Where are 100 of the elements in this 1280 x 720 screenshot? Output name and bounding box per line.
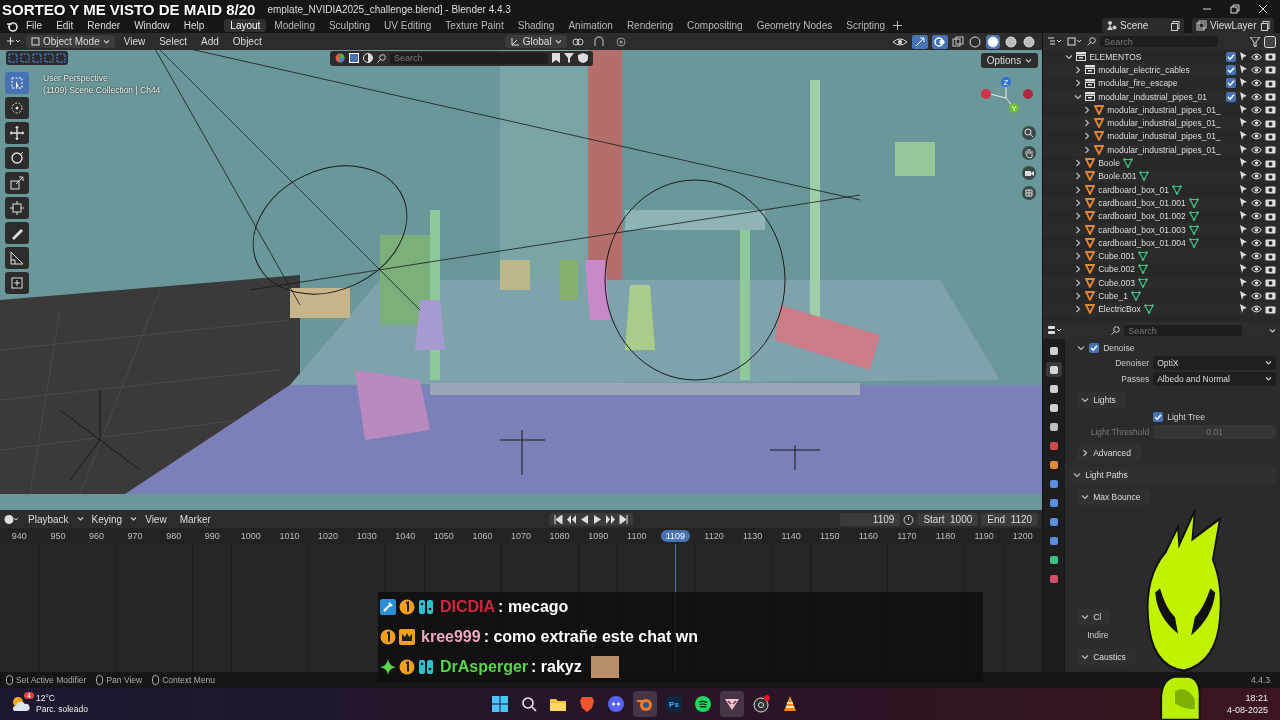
search-field[interactable]: Search <box>390 52 548 64</box>
eye-icon[interactable] <box>1251 185 1262 194</box>
eye-icon[interactable] <box>1251 52 1262 61</box>
chevron-right-icon[interactable] <box>1074 198 1083 207</box>
material-icon[interactable] <box>363 53 373 63</box>
outliner-row[interactable]: Boole <box>1043 156 1280 170</box>
eye-icon[interactable] <box>1251 225 1262 234</box>
search-field[interactable]: Search <box>1100 36 1219 47</box>
checkbox[interactable] <box>1153 411 1164 422</box>
outliner-row[interactable]: cardboard_box_01.004 <box>1043 236 1280 250</box>
chevron-right-icon[interactable] <box>1083 105 1092 114</box>
eye-icon[interactable] <box>1251 172 1262 181</box>
outliner-row[interactable]: modular_industrial_pipes_01_ <box>1043 103 1280 117</box>
chevron-right-icon[interactable] <box>1074 305 1083 314</box>
clock-menu-icon[interactable] <box>4 513 20 525</box>
timeline-menu[interactable]: View <box>140 513 172 525</box>
camera-icon[interactable] <box>1265 65 1276 75</box>
timeline-menu[interactable]: Playback <box>23 513 74 525</box>
selectable-icon[interactable] <box>1239 264 1248 275</box>
selectable-icon[interactable] <box>1239 237 1248 248</box>
workspace-tab[interactable]: Scripting <box>840 19 892 32</box>
chevron-right-icon[interactable] <box>1074 252 1083 261</box>
chevron-down-icon[interactable] <box>1073 471 1082 479</box>
end-frame-field[interactable]: End 1120 <box>981 512 1039 526</box>
filter-icon[interactable] <box>564 53 574 63</box>
camera-icon[interactable] <box>1265 291 1276 301</box>
selectable-icon[interactable] <box>1239 304 1248 315</box>
blender-logo-icon[interactable] <box>6 19 18 32</box>
selectable-icon[interactable] <box>1239 51 1248 62</box>
display-mode-icon[interactable] <box>1047 36 1064 47</box>
selectable-icon[interactable] <box>1239 224 1248 235</box>
clock-date[interactable]: 4-08-2025 <box>1226 704 1268 716</box>
chevron-right-icon[interactable] <box>1074 212 1083 221</box>
taskbar-app-button[interactable] <box>720 691 744 717</box>
grid-icon[interactable] <box>1022 186 1037 200</box>
chevron-right-icon[interactable] <box>1081 449 1090 457</box>
chevron-down-icon[interactable] <box>1065 52 1074 61</box>
camera-icon[interactable] <box>1265 238 1276 248</box>
eye-icon[interactable] <box>1251 238 1262 247</box>
outliner-row[interactable]: cardboard_box_01.002 <box>1043 209 1280 223</box>
shading-mode-icon[interactable] <box>1022 34 1037 49</box>
camera-icon[interactable] <box>1022 166 1037 180</box>
mode-dropdown[interactable]: Object Mode <box>26 35 115 48</box>
chevron-down-icon[interactable] <box>1081 653 1090 661</box>
eye-icon[interactable] <box>1251 119 1262 128</box>
checkbox[interactable] <box>1089 342 1100 353</box>
selectable-icon[interactable] <box>1239 158 1248 168</box>
camera-icon[interactable] <box>1265 118 1276 128</box>
play-icon[interactable] <box>592 514 602 524</box>
eye-icon[interactable] <box>1251 292 1262 300</box>
camera-icon[interactable] <box>1265 251 1276 261</box>
chevron-right-icon[interactable] <box>1074 225 1083 234</box>
selectable-icon[interactable] <box>1239 211 1248 222</box>
eye-icon[interactable] <box>1251 65 1262 74</box>
tool-button[interactable] <box>5 197 29 219</box>
hand-icon[interactable] <box>1022 146 1037 160</box>
checkbox[interactable] <box>1226 91 1236 102</box>
eye-icon[interactable] <box>1251 212 1262 221</box>
timeline-menu[interactable]: Marker <box>174 513 216 525</box>
start-frame-field[interactable]: Start 1000 <box>917 512 979 526</box>
menu-item[interactable]: File <box>20 20 49 31</box>
current-frame-field[interactable]: 1109 <box>840 512 901 526</box>
selectable-icon[interactable] <box>1239 184 1248 195</box>
subpanel-header[interactable]: Lights <box>1077 392 1126 408</box>
object-type-icon[interactable] <box>349 53 359 63</box>
panel-title[interactable]: Denoise <box>1103 342 1135 353</box>
proportional-icon[interactable] <box>614 35 627 48</box>
selectable-icon[interactable] <box>1239 171 1248 182</box>
selectable-icon[interactable] <box>1239 291 1248 301</box>
play-reverse-icon[interactable] <box>579 514 589 524</box>
outliner-row[interactable]: modular_fire_escape <box>1043 76 1280 90</box>
shading-mode-icon[interactable] <box>986 34 1001 49</box>
editor-type-icon[interactable] <box>1047 325 1064 336</box>
eye-icon[interactable] <box>1251 92 1262 101</box>
header-menu[interactable]: Select <box>154 36 192 47</box>
chevron-right-icon[interactable] <box>1074 172 1083 181</box>
shield-icon[interactable] <box>578 53 588 63</box>
selectable-icon[interactable] <box>1239 277 1248 288</box>
camera-icon[interactable] <box>1265 185 1276 195</box>
orientation-dropdown[interactable]: Global <box>504 35 567 48</box>
camera-icon[interactable] <box>1265 304 1276 314</box>
camera-icon[interactable] <box>1265 278 1276 288</box>
selectable-icon[interactable] <box>1239 104 1248 115</box>
camera-icon[interactable] <box>1265 131 1276 141</box>
overlay-toggle-icon[interactable] <box>932 34 949 49</box>
visibility-icon[interactable] <box>892 35 909 48</box>
chevron-right-icon[interactable] <box>1074 159 1083 167</box>
chevron-right-icon[interactable] <box>1074 65 1083 74</box>
new-collection-icon[interactable] <box>1264 35 1276 48</box>
tool-button[interactable] <box>5 97 29 119</box>
panel-header[interactable]: Light Paths <box>1069 467 1276 483</box>
menu-item[interactable]: Window <box>128 20 176 31</box>
selectable-icon[interactable] <box>1239 144 1248 155</box>
options-dropdown[interactable]: Options <box>980 53 1039 68</box>
current-frame-marker[interactable]: 1109 <box>660 530 691 542</box>
header-menu[interactable]: View <box>118 36 151 47</box>
search-field[interactable]: Search <box>1124 325 1243 336</box>
selectable-icon[interactable] <box>1239 118 1248 129</box>
previous-key-icon[interactable] <box>566 514 576 524</box>
camera-icon[interactable] <box>1265 198 1276 208</box>
